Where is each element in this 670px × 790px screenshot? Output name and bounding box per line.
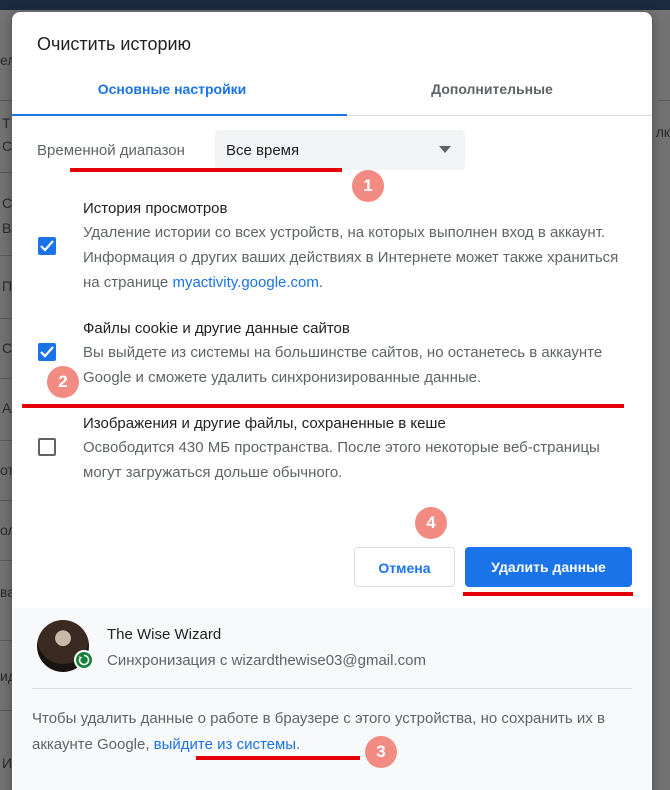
- time-range-select[interactable]: Все время: [215, 130, 465, 170]
- account-name: The Wise Wizard: [107, 626, 222, 643]
- browsing-history-checkbox[interactable]: [38, 237, 56, 255]
- sign-out-note-text: .: [296, 736, 301, 753]
- sign-out-note: Чтобы удалить данные о работе в браузере…: [32, 706, 642, 758]
- annotation-underline: [22, 404, 624, 408]
- myactivity-link[interactable]: myactivity.google.com: [172, 274, 318, 291]
- bg-text: Т: [2, 115, 11, 131]
- annotation-marker: 4: [415, 507, 447, 539]
- sign-out-link[interactable]: выйдите из системы: [154, 736, 296, 753]
- checkmark-icon: [40, 240, 54, 252]
- bg-text: С: [2, 195, 13, 211]
- bg-text: С: [2, 340, 13, 356]
- time-range-label: Временной диапазон: [37, 142, 185, 159]
- tab-bar: Основные настройки Дополнительные: [12, 74, 652, 116]
- cache-checkbox[interactable]: [38, 438, 56, 456]
- annotation-marker: 2: [47, 366, 79, 398]
- option-description: Удаление истории со всех устройств, на к…: [83, 220, 623, 295]
- bg-text: В: [2, 220, 12, 236]
- dialog-title: Очистить историю: [37, 34, 192, 54]
- background-topbar: [0, 0, 670, 10]
- annotation-marker: 1: [352, 170, 384, 202]
- option-title: Файлы cookie и другие данные сайтов: [83, 320, 350, 337]
- checkmark-icon: [40, 346, 54, 358]
- tab-basic[interactable]: Основные настройки: [12, 74, 332, 116]
- annotation-underline: [196, 756, 360, 760]
- annotation-underline: [463, 592, 633, 596]
- option-description: Вы выйдете из системы на большинстве сай…: [83, 344, 603, 386]
- time-range-value: Все время: [226, 142, 300, 159]
- annotation-underline: [70, 168, 342, 172]
- dialog-footer: The Wise Wizard Синхронизация с wizardth…: [12, 608, 652, 790]
- annotation-marker: 3: [365, 736, 397, 768]
- option-title: Изображения и другие файлы, сохраненные …: [83, 415, 446, 432]
- account-row: The Wise Wizard Синхронизация с wizardth…: [12, 608, 652, 688]
- tab-advanced[interactable]: Дополнительные: [332, 74, 652, 116]
- delete-data-button[interactable]: Удалить данные: [465, 547, 632, 587]
- clear-history-dialog: Очистить историю Основные настройки Допо…: [12, 12, 652, 790]
- bg-text: А: [2, 400, 12, 416]
- active-tab-indicator: [12, 114, 347, 116]
- cookies-checkbox[interactable]: [38, 343, 56, 361]
- footer-divider: [32, 688, 632, 689]
- option-description-text: Удаление истории со всех устройств, на к…: [83, 224, 619, 291]
- bg-divider: [658, 100, 670, 101]
- dropdown-arrow-icon: [439, 146, 451, 153]
- option-description: Освободится 430 МБ пространства. После э…: [83, 439, 600, 481]
- option-description-text: .: [318, 274, 324, 291]
- bg-text: С: [2, 138, 13, 154]
- account-sync-status: Синхронизация с wizardthewise03@gmail.co…: [107, 652, 426, 669]
- bg-text: лк: [655, 124, 670, 140]
- option-title: История просмотров: [83, 200, 228, 217]
- sign-out-note-text: Чтобы удалить данные о работе в браузере…: [32, 710, 605, 753]
- bg-text: П: [2, 278, 13, 294]
- cancel-button[interactable]: Отмена: [354, 547, 455, 587]
- sync-icon: [74, 650, 94, 670]
- bg-text: И: [2, 755, 13, 771]
